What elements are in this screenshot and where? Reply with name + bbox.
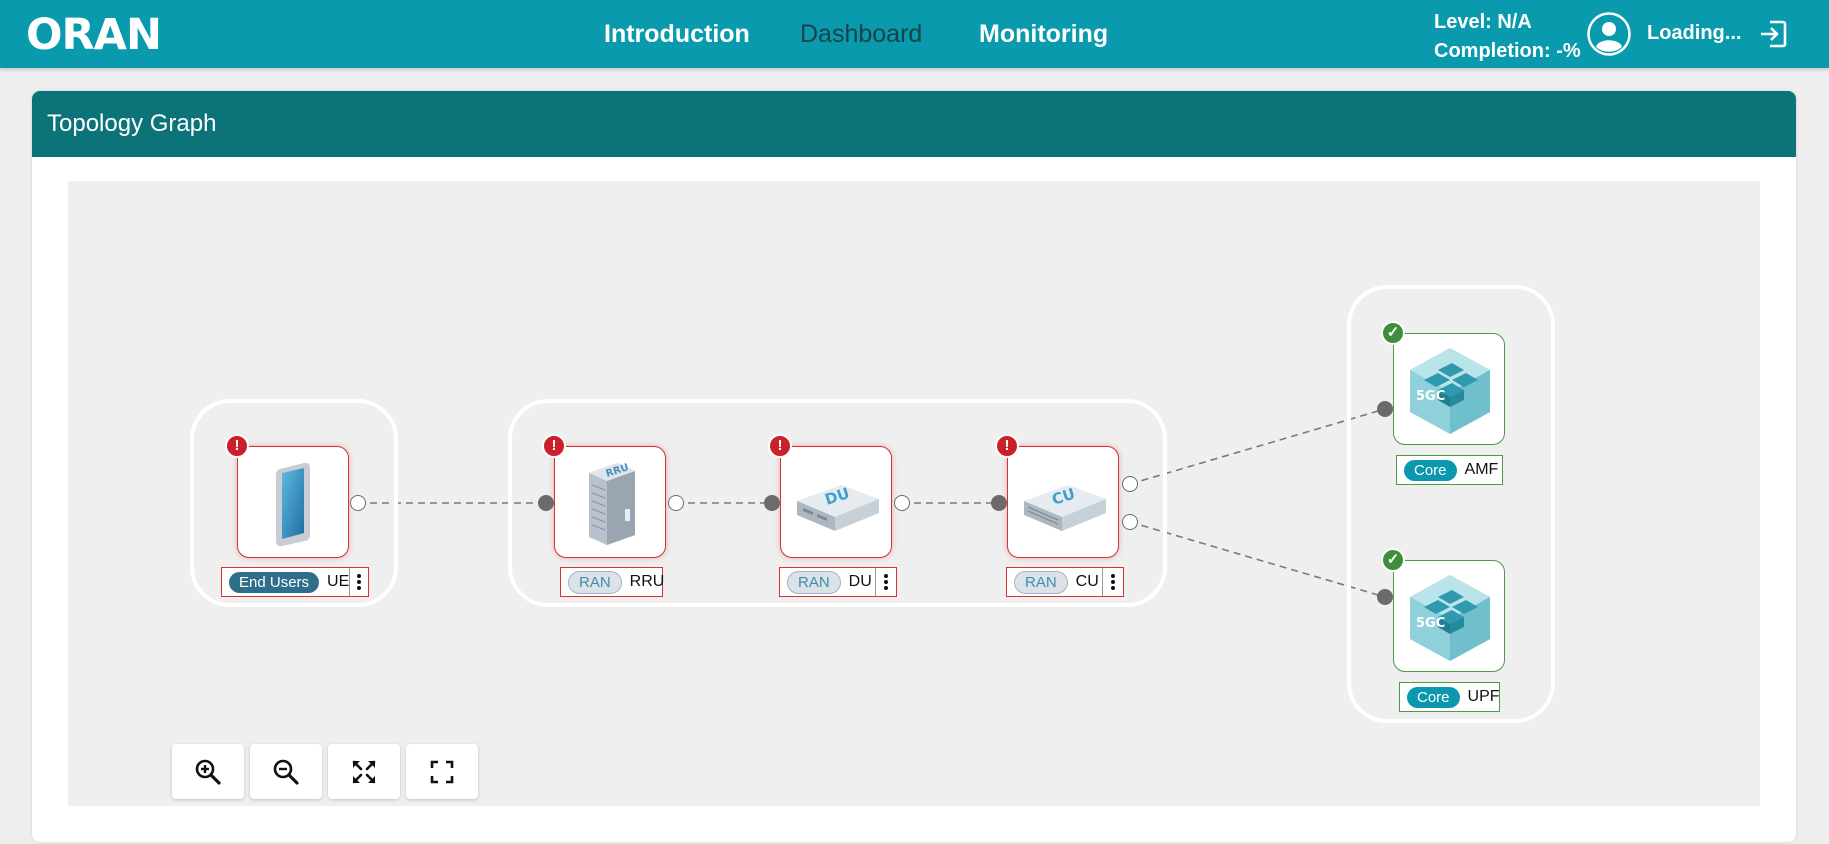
node-amf[interactable]: 5GC (1393, 333, 1505, 445)
panel-header: Topology Graph (32, 91, 1796, 157)
node-name: DU (848, 573, 872, 590)
progress-status: Level: N/A Completion: -% (1434, 8, 1581, 66)
success-badge: ✓ (1381, 548, 1405, 572)
category-pill: Core (1404, 459, 1457, 481)
port-cu-in[interactable] (991, 495, 1007, 511)
topology-canvas[interactable]: ! End Users UE RRU ! RAN RRU DU ! RAN DU… (68, 181, 1760, 806)
success-badge: ✓ (1381, 321, 1405, 345)
category-pill: Core (1407, 686, 1460, 708)
5gc-icon: 5GC (1410, 575, 1490, 661)
completion-text: Completion: -% (1434, 40, 1581, 62)
node-name: CU (1075, 573, 1099, 590)
error-badge: ! (542, 434, 566, 458)
5gc-icon: 5GC (1410, 348, 1490, 434)
kebab-icon (1111, 574, 1115, 590)
logo-text: ORAN (26, 10, 162, 60)
node-label-cu: RAN CU (1006, 567, 1124, 597)
svg-text:5GC: 5GC (1416, 389, 1445, 404)
error-badge: ! (225, 434, 249, 458)
node-ue[interactable] (237, 446, 349, 558)
fit-view-button[interactable] (328, 744, 400, 799)
node-menu-button[interactable] (1102, 568, 1123, 596)
fullscreen-icon (430, 760, 454, 783)
port-cu-out-1[interactable] (1122, 476, 1138, 492)
node-name: UPF (1467, 688, 1500, 705)
level-text: Level: N/A (1434, 11, 1532, 33)
logout-icon[interactable] (1758, 19, 1788, 49)
node-upf[interactable]: 5GC (1393, 560, 1505, 672)
node-menu-button[interactable] (349, 568, 368, 596)
fullscreen-button[interactable] (406, 744, 478, 799)
cu-icon: CU (1024, 485, 1106, 531)
zoom-out-icon (273, 759, 299, 785)
nav-dashboard[interactable]: Dashboard (800, 20, 922, 49)
node-name: RRU (629, 573, 665, 590)
kebab-icon (357, 574, 362, 590)
top-nav-bar: ORAN Introduction Dashboard Monitoring L… (0, 0, 1829, 68)
kebab-icon (884, 574, 888, 590)
category-pill: RAN (787, 570, 841, 594)
port-du-in[interactable] (764, 495, 780, 511)
zoom-in-icon (195, 759, 221, 785)
du-icon: DU (797, 484, 879, 531)
error-badge: ! (768, 434, 792, 458)
node-label-du: RAN DU (779, 567, 897, 597)
zoom-in-button[interactable] (172, 744, 244, 799)
user-name[interactable]: Loading... (1647, 22, 1741, 45)
node-name: AMF (1464, 461, 1499, 478)
port-rru-out[interactable] (668, 495, 684, 511)
node-cu[interactable]: CU (1007, 446, 1119, 558)
category-pill: RAN (1014, 570, 1068, 594)
port-ue-out[interactable] (350, 495, 366, 511)
category-pill: RAN (568, 570, 622, 594)
port-cu-out-2[interactable] (1122, 514, 1138, 530)
node-menu-button[interactable] (875, 568, 896, 596)
node-label-upf: Core UPF (1399, 682, 1500, 712)
nav-monitoring[interactable]: Monitoring (979, 20, 1108, 49)
node-label-amf: Core AMF (1396, 455, 1503, 485)
node-rru[interactable]: RRU (554, 446, 666, 558)
oran-logo[interactable]: ORAN (26, 10, 176, 60)
port-du-out[interactable] (894, 495, 910, 511)
category-pill: End Users (229, 571, 320, 593)
rru-icon: RRU (589, 462, 635, 545)
zoom-out-button[interactable] (250, 744, 322, 799)
svg-text:5GC: 5GC (1416, 616, 1445, 631)
port-amf-in[interactable] (1377, 401, 1393, 417)
topology-panel: Topology Graph ! End Users UE RRU ! RAN … (32, 91, 1796, 842)
nav-introduction[interactable]: Introduction (604, 20, 750, 49)
node-label-rru: RAN RRU (560, 567, 665, 597)
port-upf-in[interactable] (1377, 589, 1393, 605)
node-name: UE (327, 573, 350, 590)
panel-title: Topology Graph (47, 110, 217, 137)
port-rru-in[interactable] (538, 495, 554, 511)
fit-icon (352, 760, 376, 783)
error-badge: ! (995, 434, 1019, 458)
phone-icon (276, 462, 310, 547)
user-avatar-icon[interactable] (1587, 12, 1631, 56)
node-du[interactable]: DU (780, 446, 892, 558)
node-label-ue: End Users UE (221, 567, 369, 597)
